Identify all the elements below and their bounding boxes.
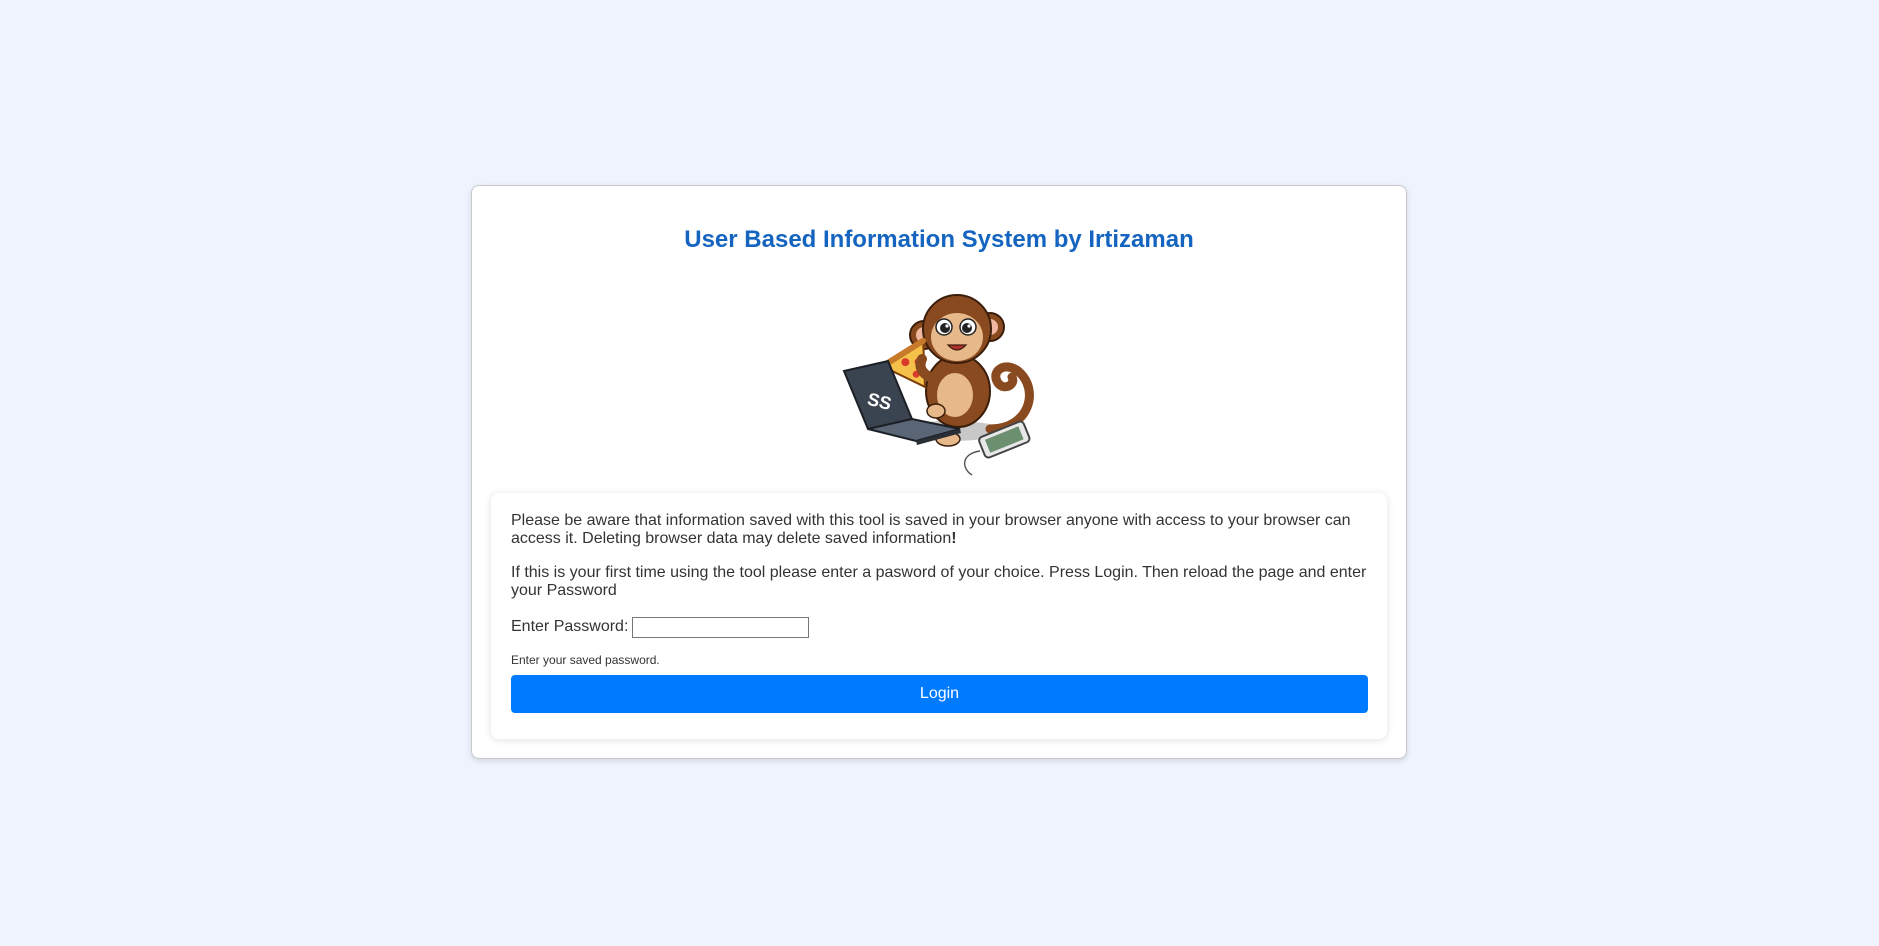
password-label: Enter Password: <box>511 618 629 635</box>
storage-warning-bang: ! <box>951 530 957 547</box>
password-row: Enter Password: <box>511 616 1367 638</box>
password-hint: Enter your saved password. <box>511 653 660 667</box>
first-time-instructions: If this is your first time using the too… <box>511 564 1367 599</box>
page-title: User Based Information System by Irtizam… <box>684 226 1194 253</box>
monkey-with-laptop-and-pizza-icon: SS <box>842 294 1034 476</box>
login-button[interactable]: Login <box>511 675 1368 713</box>
login-card: User Based Information System by Irtizam… <box>471 185 1407 759</box>
storage-warning-text: Please be aware that information saved w… <box>511 512 1351 547</box>
storage-warning: Please be aware that information saved w… <box>511 512 1367 548</box>
login-form-panel: Please be aware that information saved w… <box>491 493 1387 739</box>
password-input[interactable] <box>632 616 810 638</box>
